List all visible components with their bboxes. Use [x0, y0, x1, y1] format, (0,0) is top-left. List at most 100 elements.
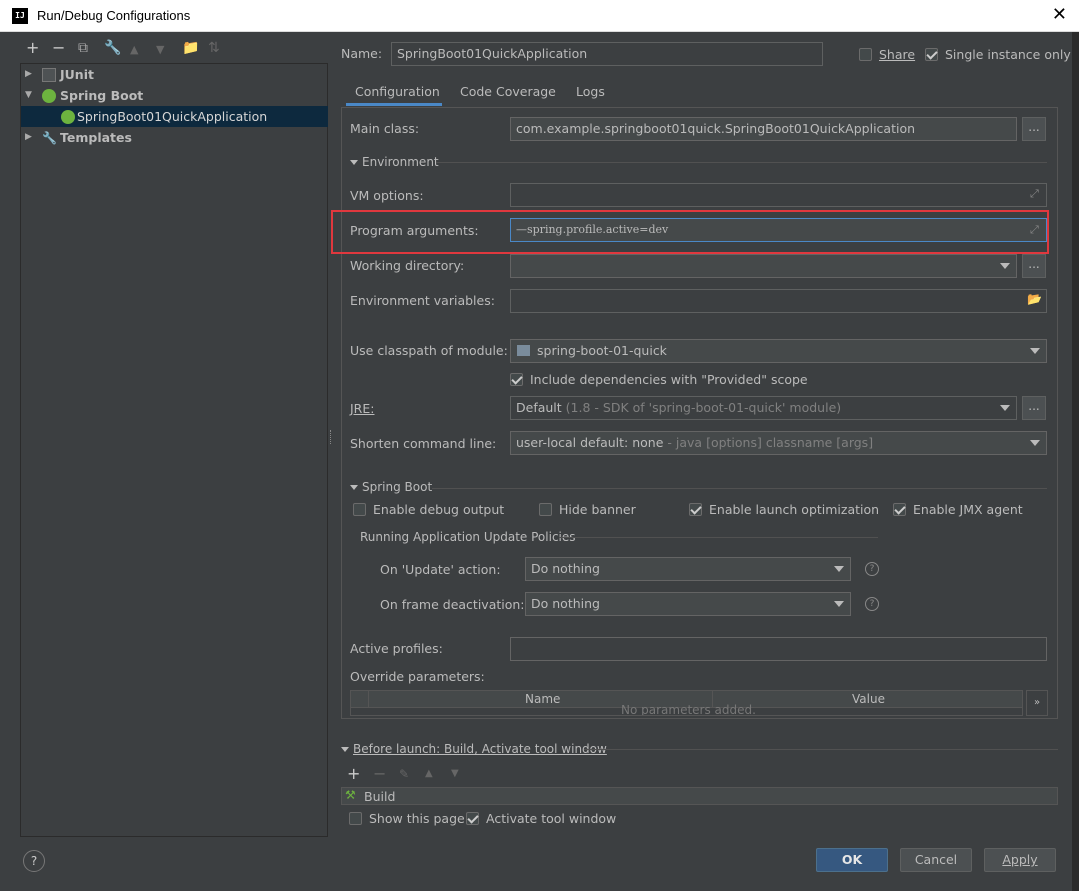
- browse-main-class-button[interactable]: ...: [1022, 117, 1046, 141]
- more-columns-button[interactable]: »: [1026, 690, 1048, 716]
- splitter-handle[interactable]: [330, 430, 333, 444]
- single-instance-checkbox[interactable]: [925, 48, 938, 61]
- folder-icon[interactable]: 📂: [1027, 292, 1042, 306]
- spring-boot-section-label[interactable]: Spring Boot: [362, 480, 432, 494]
- active-profiles-label: Active profiles:: [350, 641, 443, 656]
- ok-button[interactable]: OK: [816, 848, 888, 872]
- copy-icon[interactable]: ⧉: [78, 40, 88, 56]
- override-parameters-table[interactable]: Name Value No parameters added.: [350, 690, 1023, 716]
- apply-button[interactable]: Apply: [984, 848, 1056, 872]
- before-launch-label[interactable]: Before launch: Build, Activate tool wind…: [353, 742, 607, 756]
- name-input[interactable]: SpringBoot01QuickApplication: [391, 42, 823, 66]
- share-checkbox[interactable]: [859, 48, 872, 61]
- on-update-action-select[interactable]: Do nothing: [525, 557, 851, 581]
- shorten-command-line-select[interactable]: user-local default: none - java [options…: [510, 431, 1047, 455]
- expand-icon[interactable]: ⤢: [1030, 223, 1039, 237]
- chevron-down-icon[interactable]: [834, 601, 844, 607]
- spring-boot-icon: [42, 89, 56, 103]
- chevron-down-icon[interactable]: [1030, 348, 1040, 354]
- environment-section-label[interactable]: Environment: [362, 155, 439, 169]
- main-class-input[interactable]: com.example.springboot01quick.SpringBoot…: [510, 117, 1017, 141]
- tab-label: Logs: [576, 84, 605, 99]
- tree-item-label: SpringBoot01QuickApplication: [77, 109, 268, 124]
- module-folder-icon: [517, 345, 530, 356]
- section-divider: [584, 749, 1058, 750]
- environment-variables-input[interactable]: [510, 289, 1047, 313]
- show-this-page-checkbox[interactable]: [349, 812, 362, 825]
- vm-options-input[interactable]: [510, 183, 1047, 207]
- enable-debug-output-checkbox[interactable]: [353, 503, 366, 516]
- chevron-down-icon[interactable]: [1000, 405, 1010, 411]
- expand-arrow-icon[interactable]: ▶: [25, 127, 32, 148]
- classpath-module-select[interactable]: spring-boot-01-quick: [510, 339, 1047, 363]
- on-frame-deactivation-label: On frame deactivation:: [380, 597, 525, 612]
- help-icon[interactable]: ?: [865, 562, 879, 576]
- tab-logs[interactable]: Logs: [576, 84, 605, 106]
- chevron-down-icon[interactable]: [1000, 263, 1010, 269]
- working-directory-input[interactable]: [510, 254, 1017, 278]
- tree-item-label: JUnit: [60, 67, 94, 82]
- jre-select[interactable]: Default (1.8 - SDK of 'spring-boot-01-qu…: [510, 396, 1017, 420]
- tree-item-templates[interactable]: ▶ 🔧 Templates: [21, 127, 328, 148]
- add-task-icon[interactable]: +: [347, 764, 360, 783]
- expand-arrow-icon[interactable]: ▶: [25, 64, 32, 85]
- update-policies-label: Running Application Update Policies: [360, 530, 576, 544]
- before-launch-list[interactable]: ⚒ Build: [341, 787, 1058, 805]
- enable-launch-optimization-checkbox[interactable]: [689, 503, 702, 516]
- on-frame-deactivation-select[interactable]: Do nothing: [525, 592, 851, 616]
- move-up-icon[interactable]: ▲: [130, 43, 138, 56]
- help-icon[interactable]: ?: [865, 597, 879, 611]
- on-update-action-value: Do nothing: [531, 561, 600, 576]
- tree-item-springboot01quickapplication[interactable]: SpringBoot01QuickApplication: [21, 106, 328, 127]
- column-header-name[interactable]: Name: [525, 692, 560, 706]
- enable-jmx-agent-checkbox[interactable]: [893, 503, 906, 516]
- tree-item-junit[interactable]: ▶ JUnit: [21, 64, 328, 85]
- tab-code-coverage[interactable]: Code Coverage: [460, 84, 556, 106]
- activate-tool-window-checkbox[interactable]: [466, 812, 479, 825]
- name-label: Name:: [341, 46, 383, 61]
- collapse-arrow-icon[interactable]: [350, 485, 358, 490]
- edit-task-icon[interactable]: ✎: [399, 767, 409, 781]
- collapse-arrow-icon[interactable]: ▼: [25, 85, 32, 106]
- enable-jmx-agent-label: Enable JMX agent: [913, 502, 1023, 517]
- help-button[interactable]: ?: [23, 850, 45, 872]
- folder-add-icon[interactable]: 📁: [182, 40, 199, 56]
- empty-table-text: No parameters added.: [621, 703, 756, 716]
- main-class-label: Main class:: [350, 121, 420, 136]
- tab-configuration[interactable]: Configuration: [346, 84, 442, 106]
- browse-jre-button[interactable]: ...: [1022, 396, 1046, 420]
- chevron-down-icon[interactable]: [1030, 440, 1040, 446]
- move-down-icon[interactable]: ▼: [156, 43, 164, 56]
- remove-icon[interactable]: −: [52, 38, 65, 57]
- collapse-arrow-icon[interactable]: [350, 160, 358, 165]
- collapse-arrow-icon[interactable]: [341, 747, 349, 752]
- browse-working-directory-button[interactable]: ...: [1022, 254, 1046, 278]
- move-task-up-icon[interactable]: ▲: [425, 768, 433, 779]
- active-profiles-input[interactable]: [510, 637, 1047, 661]
- enable-debug-output-label: Enable debug output: [373, 502, 505, 517]
- before-launch-item-build[interactable]: Build: [364, 789, 395, 804]
- row-header-cell: [351, 691, 369, 708]
- environment-variables-label: Environment variables:: [350, 293, 495, 308]
- background-ide-strip: [0, 0, 9, 891]
- close-icon[interactable]: ✕: [1052, 4, 1067, 25]
- program-arguments-input[interactable]: —spring.profile.active=dev: [510, 218, 1047, 242]
- include-dependencies-checkbox[interactable]: [510, 373, 523, 386]
- section-divider: [432, 488, 1047, 489]
- configuration-tree[interactable]: ▶ JUnit ▼ Spring Boot SpringBoot01QuickA…: [20, 63, 328, 837]
- move-task-down-icon[interactable]: ▼: [451, 768, 459, 779]
- expand-icon[interactable]: ⤢: [1030, 187, 1039, 201]
- column-header-value[interactable]: Value: [852, 692, 885, 706]
- tree-item-spring-boot[interactable]: ▼ Spring Boot: [21, 85, 328, 106]
- chevron-down-icon[interactable]: [834, 566, 844, 572]
- add-icon[interactable]: +: [26, 38, 39, 57]
- include-dependencies-label: Include dependencies with "Provided" sco…: [530, 372, 808, 387]
- tree-item-label: Spring Boot: [60, 88, 144, 103]
- section-divider: [559, 537, 878, 538]
- remove-task-icon[interactable]: −: [373, 764, 386, 783]
- sort-icon[interactable]: ⇅: [208, 40, 220, 56]
- wrench-icon[interactable]: 🔧: [104, 40, 121, 56]
- tab-label: Code Coverage: [460, 84, 556, 99]
- cancel-button[interactable]: Cancel: [900, 848, 972, 872]
- hide-banner-checkbox[interactable]: [539, 503, 552, 516]
